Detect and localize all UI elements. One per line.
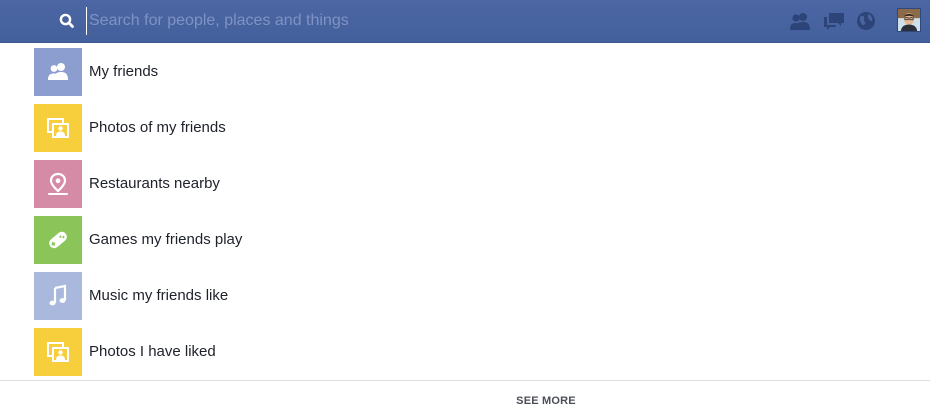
map-pin-icon bbox=[34, 160, 82, 208]
top-bar bbox=[0, 0, 930, 43]
photos-icon bbox=[34, 104, 82, 152]
suggestion-games-my-friends-play[interactable]: Games my friends play bbox=[34, 216, 854, 264]
photos-icon bbox=[34, 328, 82, 376]
suggestion-music-my-friends-like[interactable]: Music my friends like bbox=[34, 272, 854, 320]
suggestion-label: Restaurants nearby bbox=[89, 175, 220, 192]
suggestion-photos-of-my-friends[interactable]: Photos of my friends bbox=[34, 104, 854, 152]
friend-requests-icon[interactable] bbox=[788, 10, 812, 32]
friends-icon bbox=[34, 48, 82, 96]
suggestion-label: My friends bbox=[89, 63, 159, 80]
suggestion-label: Photos of my friends bbox=[89, 119, 226, 136]
music-note-icon bbox=[34, 272, 82, 320]
suggestion-label: Photos I have liked bbox=[89, 343, 216, 360]
messages-icon[interactable] bbox=[822, 10, 846, 32]
suggestion-my-friends[interactable]: My friends bbox=[34, 48, 854, 96]
suggestion-label: Games my friends play bbox=[89, 231, 243, 248]
suggestion-photos-i-have-liked[interactable]: Photos I have liked bbox=[34, 328, 854, 376]
suggestion-restaurants-nearby[interactable]: Restaurants nearby bbox=[34, 160, 854, 208]
suggestion-label: Music my friends like bbox=[89, 287, 229, 304]
suggestions-footer: SEE MORE bbox=[0, 380, 930, 420]
game-controller-icon bbox=[34, 216, 82, 264]
avatar[interactable] bbox=[897, 8, 921, 32]
see-more-button[interactable]: SEE MORE bbox=[0, 395, 930, 407]
notifications-globe-icon[interactable] bbox=[854, 10, 878, 32]
search-input[interactable] bbox=[86, 7, 766, 35]
search-icon[interactable] bbox=[58, 12, 76, 30]
